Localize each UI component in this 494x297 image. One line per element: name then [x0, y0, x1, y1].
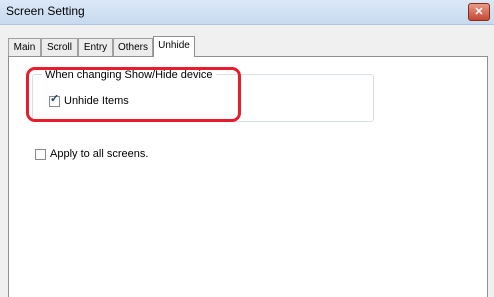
screen-setting-dialog: Screen Setting ✕ Main Scroll Entry Other… [0, 0, 494, 297]
close-button[interactable]: ✕ [468, 3, 490, 21]
window-title: Screen Setting [6, 4, 85, 18]
apply-all-screens-checkbox[interactable] [35, 149, 46, 160]
tab-unhide[interactable]: Unhide [153, 36, 195, 57]
tab-scroll[interactable]: Scroll [41, 38, 78, 56]
title-bar: Screen Setting ✕ [0, 0, 494, 25]
tab-entry[interactable]: Entry [78, 38, 113, 56]
tab-main[interactable]: Main [8, 38, 41, 56]
apply-all-screens-label[interactable]: Apply to all screens. [50, 148, 148, 160]
highlight-annotation [26, 67, 241, 122]
close-icon: ✕ [474, 6, 484, 18]
dialog-client-area: Main Scroll Entry Others Unhide [0, 25, 494, 297]
tab-others[interactable]: Others [113, 38, 153, 56]
